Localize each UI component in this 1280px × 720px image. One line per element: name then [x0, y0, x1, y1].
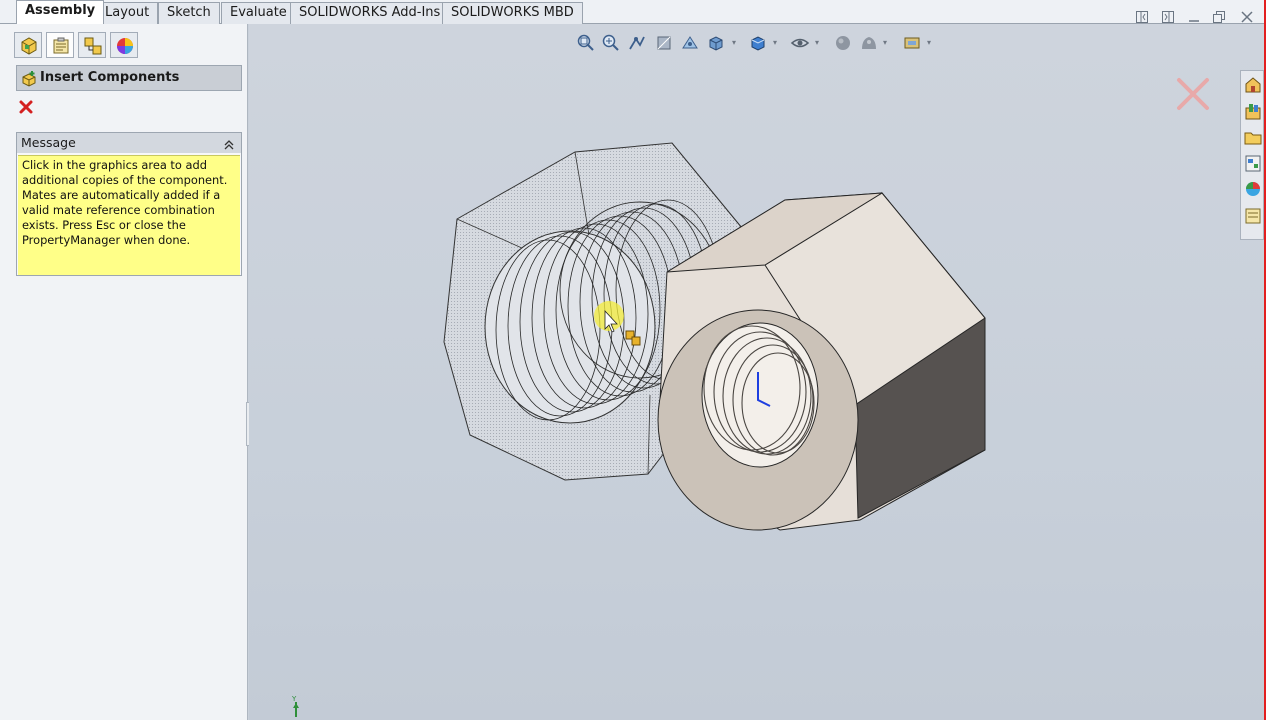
close-icon[interactable]: [1240, 10, 1254, 24]
tab-evaluate[interactable]: Evaluate: [221, 2, 296, 24]
property-manager-icon: [53, 37, 69, 54]
insert-components-icon: [22, 71, 36, 87]
configuration-manager-tab[interactable]: [78, 32, 106, 58]
feature-manager-tab[interactable]: [14, 32, 42, 58]
configuration-manager-icon: [84, 37, 102, 55]
feature-manager-icon: [21, 37, 37, 55]
double-chevron-up-icon: [224, 140, 234, 150]
restore-icon[interactable]: [1212, 10, 1226, 24]
display-manager-tab[interactable]: [110, 32, 138, 58]
minimize-icon[interactable]: [1187, 10, 1201, 24]
tab-assembly[interactable]: Assembly: [16, 0, 105, 24]
command-manager-tabs: Assembly Layout Sketch Evaluate SOLIDWOR…: [0, 0, 1280, 24]
message-text: Click in the graphics area to add additi…: [18, 155, 240, 275]
cancel-button[interactable]: [18, 99, 34, 115]
tab-sketch[interactable]: Sketch: [158, 2, 220, 24]
cancel-icon: [19, 100, 33, 114]
tile-left-icon[interactable]: [1135, 10, 1149, 24]
display-manager-icon: [117, 38, 133, 54]
property-manager-header: Insert Components: [16, 65, 242, 91]
tab-add-ins[interactable]: SOLIDWORKS Add-Ins: [290, 2, 450, 24]
left-panel: Insert Components Message Click in the g…: [0, 24, 256, 720]
collapse-button[interactable]: [223, 137, 235, 150]
page-title: Insert Components: [40, 70, 180, 85]
property-manager-tab[interactable]: [46, 32, 74, 58]
tile-right-icon[interactable]: [1161, 10, 1175, 24]
message-group-header[interactable]: Message: [17, 133, 241, 153]
frame-margin: [1266, 0, 1280, 720]
tab-layout[interactable]: Layout: [96, 2, 159, 24]
message-group: Message Click in the graphics area to ad…: [16, 132, 242, 276]
tab-mbd[interactable]: SOLIDWORKS MBD: [442, 2, 583, 24]
reference-triad-icon: Y: [291, 695, 299, 717]
model-view[interactable]: [249, 24, 1264, 720]
svg-text:Y: Y: [291, 695, 297, 703]
message-group-title: Message: [21, 135, 76, 150]
